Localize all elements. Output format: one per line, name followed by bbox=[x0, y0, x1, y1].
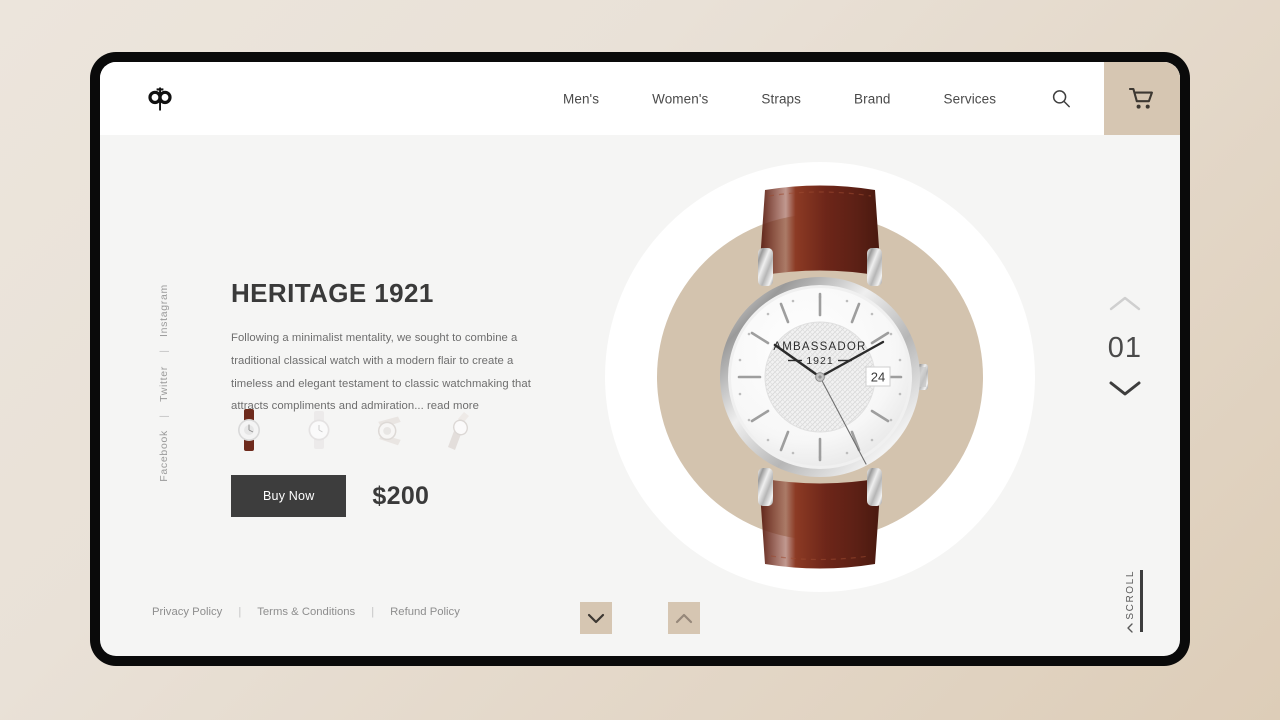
slide-navigation: 01 bbox=[1108, 294, 1142, 403]
footer-link-refund-policy[interactable]: Refund Policy bbox=[390, 606, 460, 618]
browser-screen: Men's Women's Straps Brand Services Face… bbox=[100, 62, 1180, 656]
watch-angled-view-icon bbox=[448, 412, 469, 450]
social-link-twitter[interactable]: Twitter bbox=[158, 366, 170, 402]
nav-item-services[interactable]: Services bbox=[944, 85, 997, 112]
hero-product-image: AMBASSADOR 1921 24 bbox=[605, 162, 1035, 592]
footer-links: Privacy Policy | Terms & Conditions | Re… bbox=[152, 606, 460, 618]
chevron-up-icon bbox=[675, 613, 693, 623]
shopping-cart-icon bbox=[1129, 87, 1153, 109]
dial-year-text: 1921 bbox=[806, 355, 833, 367]
social-separator: | bbox=[158, 414, 170, 418]
footer-link-terms-conditions[interactable]: Terms & Conditions bbox=[257, 606, 355, 618]
slide-counter: 01 bbox=[1107, 332, 1142, 364]
slide-prev-button[interactable] bbox=[1108, 294, 1142, 318]
watch-white-dial-icon bbox=[308, 411, 330, 449]
carousel-next-button[interactable] bbox=[580, 602, 612, 634]
footer-link-privacy-policy[interactable]: Privacy Policy bbox=[152, 606, 222, 618]
product-info-block: HERITAGE 1921 Following a minimalist men… bbox=[231, 278, 531, 418]
social-separator: | bbox=[158, 350, 170, 353]
thumbnail-watch-white-dial[interactable] bbox=[301, 409, 337, 451]
nav-item-mens[interactable]: Men's bbox=[563, 85, 599, 112]
footer-separator: | bbox=[238, 606, 242, 618]
search-icon[interactable] bbox=[1049, 87, 1073, 111]
thumbnail-watch-angled-view[interactable] bbox=[441, 409, 477, 451]
product-title: HERITAGE 1921 bbox=[231, 278, 434, 308]
product-description: Following a minimalist mentality, we sou… bbox=[231, 327, 531, 418]
footer-separator: | bbox=[371, 606, 375, 618]
social-link-facebook[interactable]: Facebook bbox=[158, 430, 170, 482]
cart-button[interactable] bbox=[1104, 62, 1180, 135]
product-price: $200 bbox=[372, 481, 430, 510]
device-frame: Men's Women's Straps Brand Services Face… bbox=[90, 52, 1190, 666]
carousel-prev-button[interactable] bbox=[668, 602, 700, 634]
watch-svg: AMBASSADOR 1921 24 bbox=[720, 185, 928, 569]
scroll-text-column: SCROLL bbox=[1124, 570, 1136, 633]
social-link-instagram[interactable]: Instagram bbox=[158, 284, 170, 337]
chevron-down-icon bbox=[1127, 623, 1133, 633]
slide-next-button[interactable] bbox=[1108, 379, 1142, 403]
carousel-controls bbox=[580, 602, 700, 634]
nav-item-straps[interactable]: Straps bbox=[761, 85, 801, 112]
thumbnail-watch-brown-leather[interactable] bbox=[231, 409, 267, 451]
product-description-text: Following a minimalist mentality, we sou… bbox=[231, 332, 531, 413]
nav-item-brand[interactable]: Brand bbox=[854, 85, 891, 112]
watch-mesh-strap-icon bbox=[377, 416, 401, 446]
dial-brand-text: AMBASSADOR bbox=[773, 341, 866, 353]
product-thumbnail-list bbox=[231, 409, 477, 451]
search-glyph bbox=[1052, 90, 1071, 108]
chevron-down-icon bbox=[1109, 381, 1141, 396]
nav-item-womens[interactable]: Women's bbox=[652, 85, 708, 112]
social-links-rail: Facebook | Twitter | Instagram bbox=[152, 284, 176, 482]
dial-date-text: 24 bbox=[871, 370, 885, 385]
scroll-label: SCROLL bbox=[1124, 570, 1136, 620]
thumbnail-watch-mesh-strap[interactable] bbox=[371, 409, 407, 451]
purchase-row: Buy Now $200 bbox=[231, 475, 429, 517]
chevron-up-icon bbox=[1109, 296, 1141, 311]
main-navigation: Men's Women's Straps Brand Services bbox=[563, 85, 1073, 112]
site-header: Men's Women's Straps Brand Services bbox=[100, 62, 1180, 135]
logo-glyph bbox=[148, 87, 172, 110]
ambassador-monogram-logo[interactable] bbox=[143, 82, 177, 116]
chevron-down-icon bbox=[587, 613, 605, 623]
watch-brown-leather-icon bbox=[238, 409, 260, 451]
hero-watch-illustration: AMBASSADOR 1921 24 bbox=[670, 182, 970, 572]
buy-now-button[interactable]: Buy Now bbox=[231, 475, 347, 517]
scroll-bar bbox=[1140, 570, 1143, 632]
scroll-indicator[interactable]: SCROLL bbox=[1124, 570, 1143, 633]
